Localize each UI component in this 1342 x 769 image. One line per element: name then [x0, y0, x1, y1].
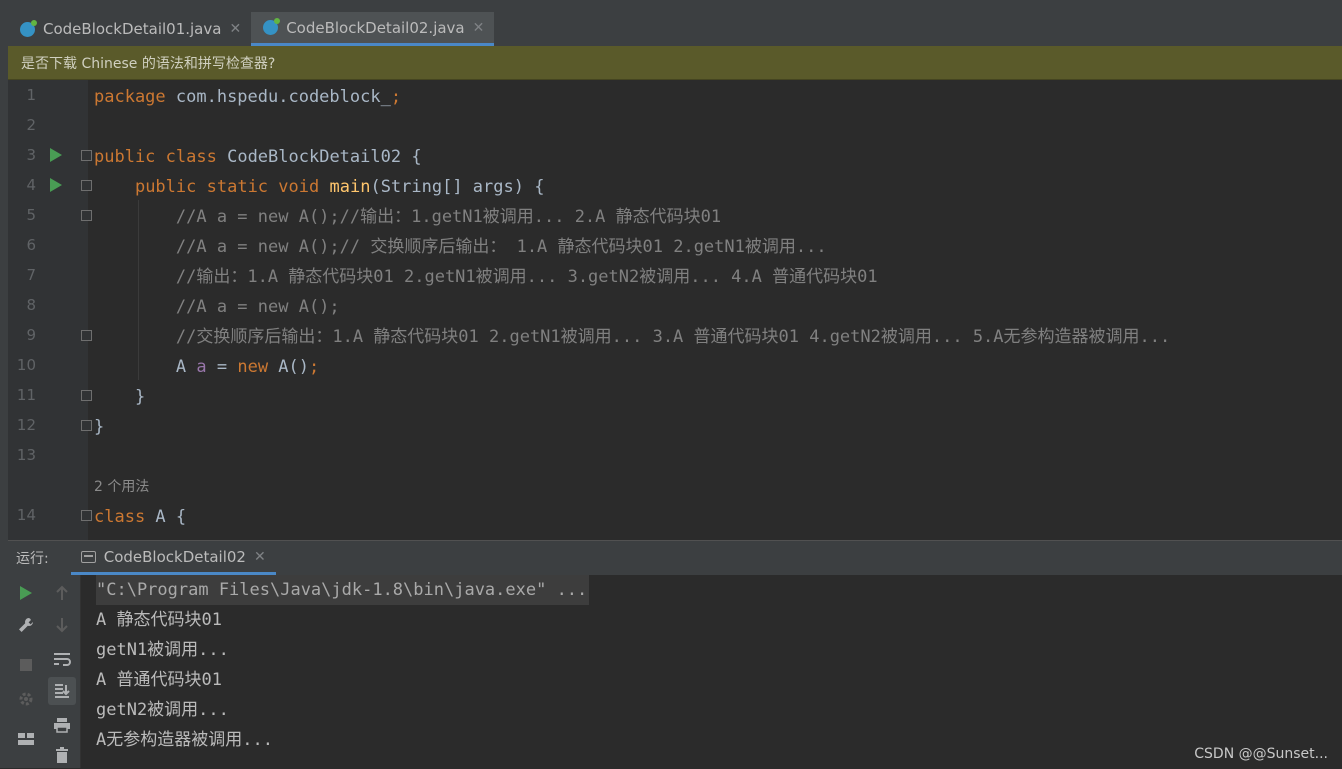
code-line-8: //A a = new A(); [175, 297, 340, 317]
banner-text: 是否下载 Chinese 的语法和拼写检查器? [21, 55, 276, 72]
console-icon [80, 550, 96, 563]
editor-tab-bar: CodeBlockDetail01.java ✕ CodeBlockDetail… [8, 12, 1342, 47]
line-number: 5 [26, 206, 36, 224]
run-config-tab[interactable]: CodeBlockDetail02 ✕ [70, 541, 276, 575]
tab-label: CodeBlockDetail01.java [43, 20, 222, 38]
console-line: getN1被调用... [96, 640, 229, 660]
run-panel-header: 运行: CodeBlockDetail02 ✕ [8, 540, 1342, 575]
line-number: 11 [16, 386, 36, 404]
arrow-down-icon[interactable] [48, 611, 76, 639]
console-line: getN2被调用... [96, 700, 229, 720]
java-class-icon [20, 19, 37, 37]
code-line-10: A a = new A(); [175, 357, 320, 377]
usage-hint[interactable]: 2 个用法 [94, 472, 149, 502]
tab-codeblockdetail01[interactable]: CodeBlockDetail01.java ✕ [8, 12, 251, 46]
code-line-4: public static void main(String[] args) { [134, 177, 545, 197]
line-number: 8 [26, 296, 36, 314]
watermark: CSDN @@Sunset... [1194, 746, 1328, 762]
line-number: 13 [16, 446, 36, 464]
play-icon[interactable] [12, 579, 40, 607]
console-output[interactable]: "C:\Program Files\Java\jdk-1.8\bin\java.… [81, 575, 1342, 768]
layout-icon[interactable] [12, 725, 40, 753]
soft-wrap-icon[interactable] [48, 645, 76, 673]
line-number: 10 [16, 356, 36, 374]
fold-icon[interactable] [81, 420, 92, 431]
code-line-5: //A a = new A();//输出：1.getN1被调用... 2.A 静… [175, 207, 722, 227]
code-editor[interactable]: 1 2 3 4 5 6 7 8 9 10 11 12 13 14 package… [8, 80, 1342, 540]
line-number: 4 [26, 176, 36, 194]
console-line: A 静态代码块01 [96, 610, 222, 630]
console-line: A无参构造器被调用... [96, 730, 273, 750]
close-icon[interactable]: ✕ [229, 21, 241, 37]
run-toolbar-primary [8, 575, 44, 768]
code-line-12: } [94, 417, 105, 437]
run-tab-label: CodeBlockDetail02 [103, 547, 246, 566]
java-class-icon [263, 18, 281, 35]
fold-icon[interactable] [81, 330, 92, 341]
close-icon[interactable]: ✕ [254, 549, 266, 565]
code-line-9: //交换顺序后输出：1.A 静态代码块01 2.getN1被调用... 3.A … [175, 327, 1171, 347]
code-line-11: } [134, 387, 146, 407]
print-icon[interactable] [48, 711, 76, 739]
line-number: 1 [26, 86, 36, 104]
close-icon[interactable]: ✕ [473, 20, 485, 36]
console-line: "C:\Program Files\Java\jdk-1.8\bin\java.… [96, 575, 590, 605]
code-line-3: public class CodeBlockDetail02 { [94, 147, 422, 167]
wrench-icon[interactable] [12, 611, 40, 639]
code-line-7: //输出：1.A 静态代码块01 2.getN1被调用... 3.getN2被调… [175, 267, 878, 287]
gear-icon[interactable] [12, 685, 40, 713]
line-number: 14 [16, 506, 36, 524]
line-number: 7 [26, 266, 36, 284]
run-gutter-icon[interactable] [50, 148, 62, 162]
spellcheck-banner[interactable]: 是否下载 Chinese 的语法和拼写检查器? [8, 46, 1342, 80]
line-number: 9 [26, 326, 36, 344]
stop-icon[interactable] [12, 651, 40, 679]
tab-label: CodeBlockDetail02.java [286, 18, 465, 37]
editor-gutter: 1 2 3 4 5 6 7 8 9 10 11 12 13 14 [8, 80, 92, 540]
code-line-1: package com.hspedu.codeblock_; [94, 87, 402, 107]
trash-icon[interactable] [48, 741, 76, 769]
line-number: 6 [26, 236, 36, 254]
fold-icon[interactable] [81, 390, 92, 401]
code-line-14: class A { [94, 507, 187, 527]
line-number: 12 [16, 416, 36, 434]
fold-icon[interactable] [81, 180, 92, 191]
line-number: 3 [26, 146, 36, 164]
fold-icon[interactable] [81, 510, 92, 521]
arrow-up-icon[interactable] [48, 579, 76, 607]
code-line-6: //A a = new A();// 交换顺序后输出： 1.A 静态代码块01 … [175, 237, 827, 257]
fold-icon[interactable] [81, 150, 92, 161]
scroll-to-end-icon[interactable] [48, 677, 76, 705]
run-gutter-icon[interactable] [50, 178, 62, 192]
run-panel-label: 运行: [16, 551, 49, 567]
run-toolbar-secondary [44, 575, 81, 768]
fold-icon[interactable] [81, 210, 92, 221]
line-number: 2 [26, 116, 36, 134]
breadcrumb-bar [8, 0, 1342, 12]
tab-codeblockdetail02[interactable]: CodeBlockDetail02.java ✕ [251, 12, 495, 46]
console-line: A 普通代码块01 [96, 670, 222, 690]
